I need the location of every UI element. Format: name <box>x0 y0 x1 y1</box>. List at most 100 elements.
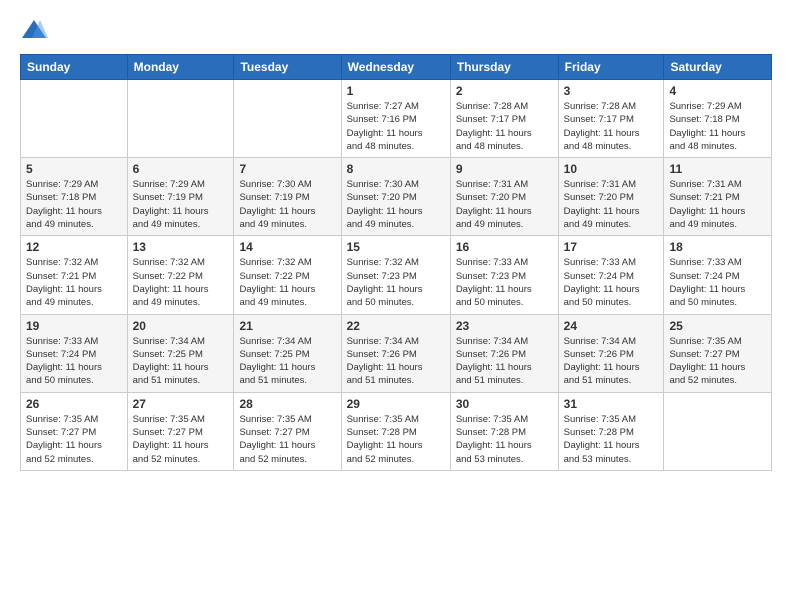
day-cell: 4 Sunrise: 7:29 AM Sunset: 7:18 PM Daylig… <box>664 80 772 158</box>
day-info: Sunrise: 7:35 AM Sunset: 7:27 PM Dayligh… <box>669 335 766 388</box>
day-number: 22 <box>347 319 445 333</box>
day-number: 24 <box>564 319 659 333</box>
day-number: 8 <box>347 162 445 176</box>
day-info: Sunrise: 7:27 AM Sunset: 7:16 PM Dayligh… <box>347 100 445 153</box>
day-cell: 23Sunrise: 7:34 AM Sunset: 7:26 PM Dayli… <box>450 314 558 392</box>
col-header-thursday: Thursday <box>450 55 558 80</box>
day-number: 16 <box>456 240 553 254</box>
day-cell: 6 Sunrise: 7:29 AM Sunset: 7:19 PM Daylig… <box>127 158 234 236</box>
day-info: Sunrise: 7:30 AM Sunset: 7:20 PM Dayligh… <box>347 178 445 231</box>
day-cell: 27Sunrise: 7:35 AM Sunset: 7:27 PM Dayli… <box>127 392 234 470</box>
day-cell: 21 Sunrise: 7:34 AM Sunset: 7:25 PM Dayli… <box>234 314 341 392</box>
day-info: Sunrise: 7:29 AM Sunset: 7:18 PM Dayligh… <box>26 178 122 231</box>
day-cell: 24 Sunrise: 7:34 AM Sunset: 7:26 PM Dayli… <box>558 314 664 392</box>
day-number: 14 <box>239 240 335 254</box>
day-number: 4 <box>669 84 766 98</box>
day-number: 6 <box>133 162 229 176</box>
day-cell: 13 Sunrise: 7:32 AM Sunset: 7:22 PM Dayli… <box>127 236 234 314</box>
day-info: Sunrise: 7:32 AM Sunset: 7:22 PM Dayligh… <box>239 256 335 309</box>
day-number: 9 <box>456 162 553 176</box>
day-number: 18 <box>669 240 766 254</box>
col-header-monday: Monday <box>127 55 234 80</box>
day-cell: 29Sunrise: 7:35 AM Sunset: 7:28 PM Dayli… <box>341 392 450 470</box>
day-info: Sunrise: 7:31 AM Sunset: 7:20 PM Dayligh… <box>456 178 553 231</box>
day-info: Sunrise: 7:29 AM Sunset: 7:18 PM Dayligh… <box>669 100 766 153</box>
col-header-saturday: Saturday <box>664 55 772 80</box>
day-info: Sunrise: 7:34 AM Sunset: 7:26 PM Dayligh… <box>564 335 659 388</box>
day-number: 12 <box>26 240 122 254</box>
day-cell: 19 Sunrise: 7:33 AM Sunset: 7:24 PM Dayli… <box>21 314 128 392</box>
day-info: Sunrise: 7:33 AM Sunset: 7:24 PM Dayligh… <box>26 335 122 388</box>
col-header-wednesday: Wednesday <box>341 55 450 80</box>
day-info: Sunrise: 7:31 AM Sunset: 7:21 PM Dayligh… <box>669 178 766 231</box>
day-number: 29 <box>347 397 445 411</box>
day-number: 25 <box>669 319 766 333</box>
day-number: 10 <box>564 162 659 176</box>
logo <box>20 16 52 44</box>
day-cell: 17 Sunrise: 7:33 AM Sunset: 7:24 PM Dayli… <box>558 236 664 314</box>
day-info: Sunrise: 7:30 AM Sunset: 7:19 PM Dayligh… <box>239 178 335 231</box>
day-number: 13 <box>133 240 229 254</box>
day-info: Sunrise: 7:34 AM Sunset: 7:26 PM Dayligh… <box>347 335 445 388</box>
day-cell: 28Sunrise: 7:35 AM Sunset: 7:27 PM Dayli… <box>234 392 341 470</box>
day-cell: 25 Sunrise: 7:35 AM Sunset: 7:27 PM Dayli… <box>664 314 772 392</box>
day-cell <box>127 80 234 158</box>
week-row-4: 19 Sunrise: 7:33 AM Sunset: 7:24 PM Dayli… <box>21 314 772 392</box>
day-cell: 11 Sunrise: 7:31 AM Sunset: 7:21 PM Dayli… <box>664 158 772 236</box>
day-number: 3 <box>564 84 659 98</box>
day-info: Sunrise: 7:33 AM Sunset: 7:23 PM Dayligh… <box>456 256 553 309</box>
day-info: Sunrise: 7:35 AM Sunset: 7:27 PM Dayligh… <box>26 413 122 466</box>
day-cell: 8 Sunrise: 7:30 AM Sunset: 7:20 PM Daylig… <box>341 158 450 236</box>
col-header-friday: Friday <box>558 55 664 80</box>
day-number: 21 <box>239 319 335 333</box>
day-info: Sunrise: 7:35 AM Sunset: 7:28 PM Dayligh… <box>564 413 659 466</box>
day-cell: 5 Sunrise: 7:29 AM Sunset: 7:18 PM Daylig… <box>21 158 128 236</box>
day-number: 31 <box>564 397 659 411</box>
day-info: Sunrise: 7:34 AM Sunset: 7:26 PM Dayligh… <box>456 335 553 388</box>
week-row-2: 5 Sunrise: 7:29 AM Sunset: 7:18 PM Daylig… <box>21 158 772 236</box>
day-cell: 15 Sunrise: 7:32 AM Sunset: 7:23 PM Dayli… <box>341 236 450 314</box>
day-number: 28 <box>239 397 335 411</box>
day-cell: 1Sunrise: 7:27 AM Sunset: 7:16 PM Daylig… <box>341 80 450 158</box>
day-number: 11 <box>669 162 766 176</box>
logo-icon <box>20 16 48 44</box>
day-number: 19 <box>26 319 122 333</box>
day-number: 27 <box>133 397 229 411</box>
day-cell: 12 Sunrise: 7:32 AM Sunset: 7:21 PM Dayli… <box>21 236 128 314</box>
day-cell: 9 Sunrise: 7:31 AM Sunset: 7:20 PM Daylig… <box>450 158 558 236</box>
day-info: Sunrise: 7:34 AM Sunset: 7:25 PM Dayligh… <box>239 335 335 388</box>
day-cell: 26 Sunrise: 7:35 AM Sunset: 7:27 PM Dayli… <box>21 392 128 470</box>
day-number: 30 <box>456 397 553 411</box>
day-number: 17 <box>564 240 659 254</box>
day-info: Sunrise: 7:33 AM Sunset: 7:24 PM Dayligh… <box>564 256 659 309</box>
day-cell: 22 Sunrise: 7:34 AM Sunset: 7:26 PM Dayli… <box>341 314 450 392</box>
day-cell: 31 Sunrise: 7:35 AM Sunset: 7:28 PM Dayli… <box>558 392 664 470</box>
day-info: Sunrise: 7:32 AM Sunset: 7:22 PM Dayligh… <box>133 256 229 309</box>
day-info: Sunrise: 7:31 AM Sunset: 7:20 PM Dayligh… <box>564 178 659 231</box>
day-cell <box>234 80 341 158</box>
calendar-table: SundayMondayTuesdayWednesdayThursdayFrid… <box>20 54 772 471</box>
day-info: Sunrise: 7:32 AM Sunset: 7:23 PM Dayligh… <box>347 256 445 309</box>
day-cell <box>21 80 128 158</box>
day-cell: 3Sunrise: 7:28 AM Sunset: 7:17 PM Daylig… <box>558 80 664 158</box>
day-cell: 7Sunrise: 7:30 AM Sunset: 7:19 PM Daylig… <box>234 158 341 236</box>
week-row-1: 1Sunrise: 7:27 AM Sunset: 7:16 PM Daylig… <box>21 80 772 158</box>
day-number: 5 <box>26 162 122 176</box>
calendar-header-row: SundayMondayTuesdayWednesdayThursdayFrid… <box>21 55 772 80</box>
day-info: Sunrise: 7:33 AM Sunset: 7:24 PM Dayligh… <box>669 256 766 309</box>
week-row-5: 26 Sunrise: 7:35 AM Sunset: 7:27 PM Dayli… <box>21 392 772 470</box>
day-number: 15 <box>347 240 445 254</box>
day-cell: 20 Sunrise: 7:34 AM Sunset: 7:25 PM Dayli… <box>127 314 234 392</box>
day-cell: 30Sunrise: 7:35 AM Sunset: 7:28 PM Dayli… <box>450 392 558 470</box>
day-info: Sunrise: 7:29 AM Sunset: 7:19 PM Dayligh… <box>133 178 229 231</box>
day-cell: 10 Sunrise: 7:31 AM Sunset: 7:20 PM Dayli… <box>558 158 664 236</box>
col-header-tuesday: Tuesday <box>234 55 341 80</box>
day-cell: 14 Sunrise: 7:32 AM Sunset: 7:22 PM Dayli… <box>234 236 341 314</box>
day-number: 20 <box>133 319 229 333</box>
day-info: Sunrise: 7:32 AM Sunset: 7:21 PM Dayligh… <box>26 256 122 309</box>
week-row-3: 12 Sunrise: 7:32 AM Sunset: 7:21 PM Dayli… <box>21 236 772 314</box>
day-info: Sunrise: 7:34 AM Sunset: 7:25 PM Dayligh… <box>133 335 229 388</box>
day-cell <box>664 392 772 470</box>
day-number: 26 <box>26 397 122 411</box>
day-cell: 16 Sunrise: 7:33 AM Sunset: 7:23 PM Dayli… <box>450 236 558 314</box>
